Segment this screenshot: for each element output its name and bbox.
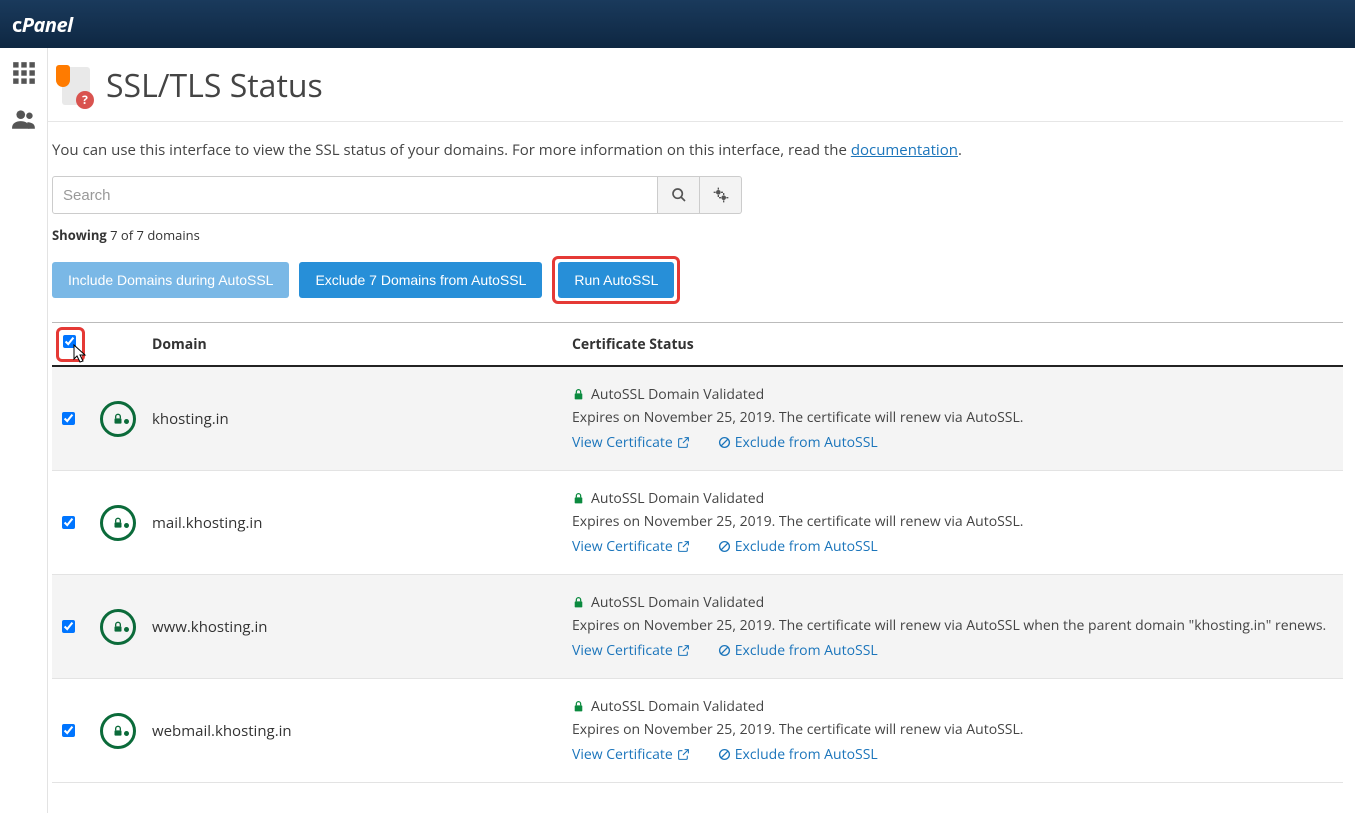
select-all-highlight — [56, 327, 85, 362]
external-link-icon — [677, 540, 690, 553]
external-link-icon — [677, 644, 690, 657]
table-header: Domain Certificate Status — [52, 323, 1343, 367]
view-certificate-link[interactable]: View Certificate — [572, 537, 690, 556]
exclude-from-autossl-link[interactable]: Exclude from AutoSSL — [718, 745, 878, 764]
exclude-from-autossl-link[interactable]: Exclude from AutoSSL — [718, 433, 878, 452]
domain-name: mail.khosting.in — [152, 513, 262, 533]
row-checkbox[interactable] — [62, 412, 75, 425]
run-autossl-highlight: Run AutoSSL — [552, 256, 680, 304]
lock-status-icon — [100, 505, 136, 541]
search-input[interactable] — [52, 176, 658, 214]
apps-grid-icon[interactable] — [11, 60, 37, 86]
intro-suffix: . — [958, 140, 962, 160]
include-domains-button[interactable]: Include Domains during AutoSSL — [52, 262, 289, 298]
lock-status-icon — [100, 713, 136, 749]
users-icon[interactable] — [11, 106, 37, 132]
column-header-domain[interactable]: Domain — [152, 335, 572, 354]
intro-prefix: You can use this interface to view the S… — [52, 140, 851, 160]
table-row: mail.khosting.in AutoSSL Domain Validate… — [52, 471, 1343, 575]
view-certificate-link[interactable]: View Certificate — [572, 745, 690, 764]
page-header: ? SSL/TLS Status — [48, 64, 1343, 122]
lock-green-icon — [572, 492, 585, 505]
side-nav — [0, 48, 48, 813]
showing-count-text: 7 of 7 domains — [107, 226, 200, 244]
row-checkbox[interactable] — [62, 516, 75, 529]
intro-text: You can use this interface to view the S… — [52, 140, 1343, 160]
prohibit-icon — [718, 644, 731, 657]
view-certificate-link[interactable]: View Certificate — [572, 433, 690, 452]
page-title: SSL/TLS Status — [106, 64, 323, 107]
expires-text: Expires on November 25, 2019. The certif… — [572, 616, 1333, 635]
prohibit-icon — [718, 436, 731, 449]
domain-name: khosting.in — [152, 409, 229, 429]
exclude-from-autossl-link[interactable]: Exclude from AutoSSL — [718, 537, 878, 556]
table-row: khosting.in AutoSSL Domain Validated Exp… — [52, 367, 1343, 471]
row-checkbox[interactable] — [62, 724, 75, 737]
prohibit-icon — [718, 748, 731, 761]
settings-button[interactable] — [700, 176, 742, 214]
prohibit-icon — [718, 540, 731, 553]
domains-table: Domain Certificate Status khosting.in Au… — [52, 322, 1343, 783]
external-link-icon — [677, 436, 690, 449]
ssl-status-icon: ? — [52, 65, 94, 107]
lock-green-icon — [572, 700, 585, 713]
validated-status: AutoSSL Domain Validated — [572, 697, 1333, 716]
brand-logo: cPanel — [12, 11, 73, 38]
lock-green-icon — [572, 388, 585, 401]
row-checkbox[interactable] — [62, 620, 75, 633]
expires-text: Expires on November 25, 2019. The certif… — [572, 512, 1333, 531]
expires-text: Expires on November 25, 2019. The certif… — [572, 408, 1333, 427]
exclude-domains-button[interactable]: Exclude 7 Domains from AutoSSL — [299, 262, 542, 298]
lock-status-icon — [100, 401, 136, 437]
select-all-checkbox[interactable] — [63, 335, 76, 348]
search-button[interactable] — [658, 176, 700, 214]
table-row: www.khosting.in AutoSSL Domain Validated… — [52, 575, 1343, 679]
column-header-status[interactable]: Certificate Status — [572, 335, 1333, 354]
validated-status: AutoSSL Domain Validated — [572, 593, 1333, 612]
view-certificate-link[interactable]: View Certificate — [572, 641, 690, 660]
validated-status: AutoSSL Domain Validated — [572, 385, 1333, 404]
search-row — [52, 176, 1343, 214]
lock-green-icon — [572, 596, 585, 609]
domain-name: webmail.khosting.in — [152, 721, 292, 741]
action-buttons: Include Domains during AutoSSL Exclude 7… — [52, 256, 1343, 304]
run-autossl-button[interactable]: Run AutoSSL — [558, 262, 674, 298]
domain-name: www.khosting.in — [152, 617, 267, 637]
lock-status-icon — [100, 609, 136, 645]
expires-text: Expires on November 25, 2019. The certif… — [572, 720, 1333, 739]
validated-status: AutoSSL Domain Validated — [572, 489, 1333, 508]
external-link-icon — [677, 748, 690, 761]
showing-count: Showing 7 of 7 domains — [52, 226, 1343, 244]
documentation-link[interactable]: documentation — [851, 140, 958, 160]
table-row: webmail.khosting.in AutoSSL Domain Valid… — [52, 679, 1343, 783]
exclude-from-autossl-link[interactable]: Exclude from AutoSSL — [718, 641, 878, 660]
top-bar: cPanel — [0, 0, 1355, 48]
